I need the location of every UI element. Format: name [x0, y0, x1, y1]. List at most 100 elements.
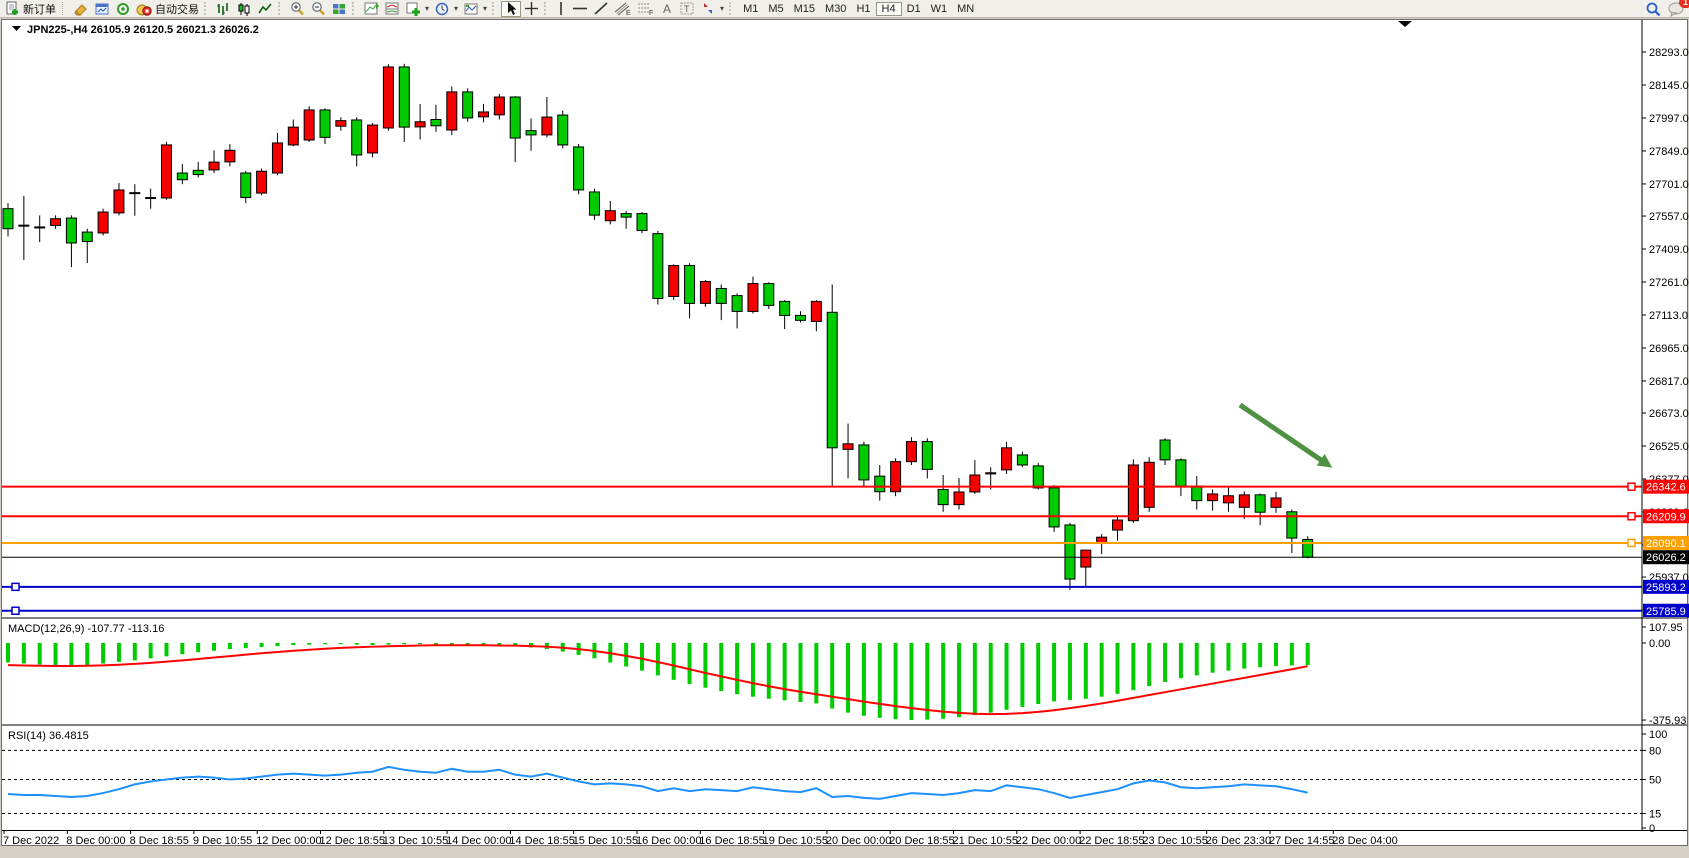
macd-bar	[402, 643, 406, 644]
text-label-button[interactable]: T	[677, 1, 697, 17]
price-tick-label: 27701.0	[1649, 179, 1689, 191]
timeframe-mn[interactable]: MN	[952, 2, 979, 16]
timeframe-m30[interactable]: M30	[820, 2, 851, 16]
line-price-label: 25893.2	[1646, 582, 1686, 594]
chat-button[interactable]: 1	[1665, 1, 1687, 17]
time-label: 15 Dec 10:55	[573, 835, 638, 847]
macd-axis-label: 0.00	[1649, 638, 1670, 650]
chart-canvas[interactable]: 28293.028145.027997.027849.027701.027557…	[0, 0, 1689, 858]
fibonacci-icon: F	[637, 1, 655, 16]
auto-trading-button[interactable]: 自动交易	[134, 1, 201, 17]
line-chart-button[interactable]	[255, 1, 275, 17]
candle	[954, 492, 964, 505]
search-button[interactable]	[1643, 1, 1664, 17]
candle	[272, 143, 282, 173]
time-label: 19 Dec 10:55	[763, 835, 828, 847]
tile-windows-button[interactable]	[329, 1, 349, 17]
candlestick-chart-button[interactable]	[234, 1, 254, 17]
timeframe-h1[interactable]: H1	[851, 2, 875, 16]
candle	[177, 173, 187, 180]
macd-bar	[165, 643, 169, 656]
candle	[479, 112, 489, 117]
macd-bar	[371, 643, 375, 645]
crosshair-button[interactable]	[522, 1, 541, 17]
candle	[35, 227, 45, 228]
arrows-button[interactable]: ▾	[698, 1, 726, 17]
zoom-out-button[interactable]	[308, 1, 328, 17]
time-label: 8 Dec 00:00	[66, 835, 125, 847]
timeframe-w1[interactable]: W1	[926, 2, 953, 16]
svg-text:A: A	[663, 2, 671, 16]
candle	[82, 232, 92, 241]
separator	[352, 2, 358, 15]
candle	[938, 489, 948, 504]
candle	[399, 67, 409, 127]
candle	[1128, 465, 1138, 521]
candle	[383, 67, 393, 128]
text-button[interactable]: A	[658, 1, 676, 17]
candle	[1002, 448, 1012, 470]
macd-bar	[1179, 643, 1183, 678]
horizontal-line-button[interactable]	[570, 1, 590, 17]
candle	[1017, 455, 1027, 465]
vertical-line-button[interactable]	[553, 1, 569, 17]
candle	[162, 145, 172, 198]
indicators-button[interactable]	[361, 1, 381, 17]
periods-button[interactable]: ▾	[432, 1, 460, 17]
macd-bar	[1258, 643, 1262, 667]
fibonacci-button[interactable]: F	[635, 1, 657, 17]
time-label: 12 Dec 00:00	[256, 835, 321, 847]
macd-bar	[640, 643, 644, 671]
vertical-line-icon	[555, 1, 567, 16]
macd-bar	[973, 643, 977, 715]
candle	[748, 284, 758, 312]
macd-bar	[1116, 643, 1120, 694]
timeframe-d1[interactable]: D1	[902, 2, 926, 16]
indicator-windows-button[interactable]	[382, 1, 402, 17]
zoom-out-icon	[310, 1, 326, 17]
macd-bar	[862, 643, 866, 716]
time-label: 16 Dec 00:00	[636, 835, 701, 847]
candle	[336, 121, 346, 127]
add-indicator-button[interactable]: ▾	[403, 1, 431, 17]
trendline-icon	[593, 1, 609, 16]
candle	[589, 192, 599, 215]
line-price-label: 26090.1	[1646, 538, 1686, 550]
macd-bar	[846, 643, 850, 713]
rsi-axis-label: 0	[1649, 823, 1655, 835]
signals-button[interactable]	[113, 1, 133, 17]
templates-button[interactable]: ▾	[461, 1, 489, 17]
candle	[431, 120, 441, 126]
open-chart-button[interactable]	[92, 1, 112, 17]
cursor-button[interactable]	[501, 1, 521, 17]
equidistant-channel-button[interactable]: E	[612, 1, 634, 17]
timeframe-m1[interactable]: M1	[738, 2, 763, 16]
macd-bar	[260, 643, 264, 647]
macd-bar	[180, 643, 184, 654]
price-tick-label: 27261.0	[1649, 277, 1689, 289]
candle	[526, 131, 536, 135]
candle	[653, 234, 663, 299]
macd-bar	[1068, 643, 1072, 700]
indicator-chart-icon	[363, 1, 379, 17]
bar-chart-button[interactable]	[213, 1, 233, 17]
candle	[1176, 460, 1186, 486]
timeframe-m15[interactable]: M15	[789, 2, 820, 16]
candle	[621, 214, 631, 218]
macd-bar	[228, 643, 232, 649]
macd-bar	[1211, 643, 1215, 673]
new-order-button[interactable]: 新订单	[2, 1, 58, 17]
timeframe-m5[interactable]: M5	[763, 2, 788, 16]
timeframe-h4[interactable]: H4	[876, 2, 902, 16]
candle	[732, 296, 742, 312]
time-label: 16 Dec 18:55	[699, 835, 764, 847]
trendline-button[interactable]	[591, 1, 611, 17]
zoom-in-button[interactable]	[287, 1, 307, 17]
chevron-down-icon: ▾	[483, 4, 487, 13]
rsi-axis-label: 50	[1649, 775, 1661, 787]
tile-windows-icon	[331, 1, 347, 17]
styler-button[interactable]	[71, 1, 91, 17]
macd-bar	[1084, 643, 1088, 699]
candle	[463, 92, 473, 118]
time-label: 23 Dec 10:55	[1142, 835, 1207, 847]
